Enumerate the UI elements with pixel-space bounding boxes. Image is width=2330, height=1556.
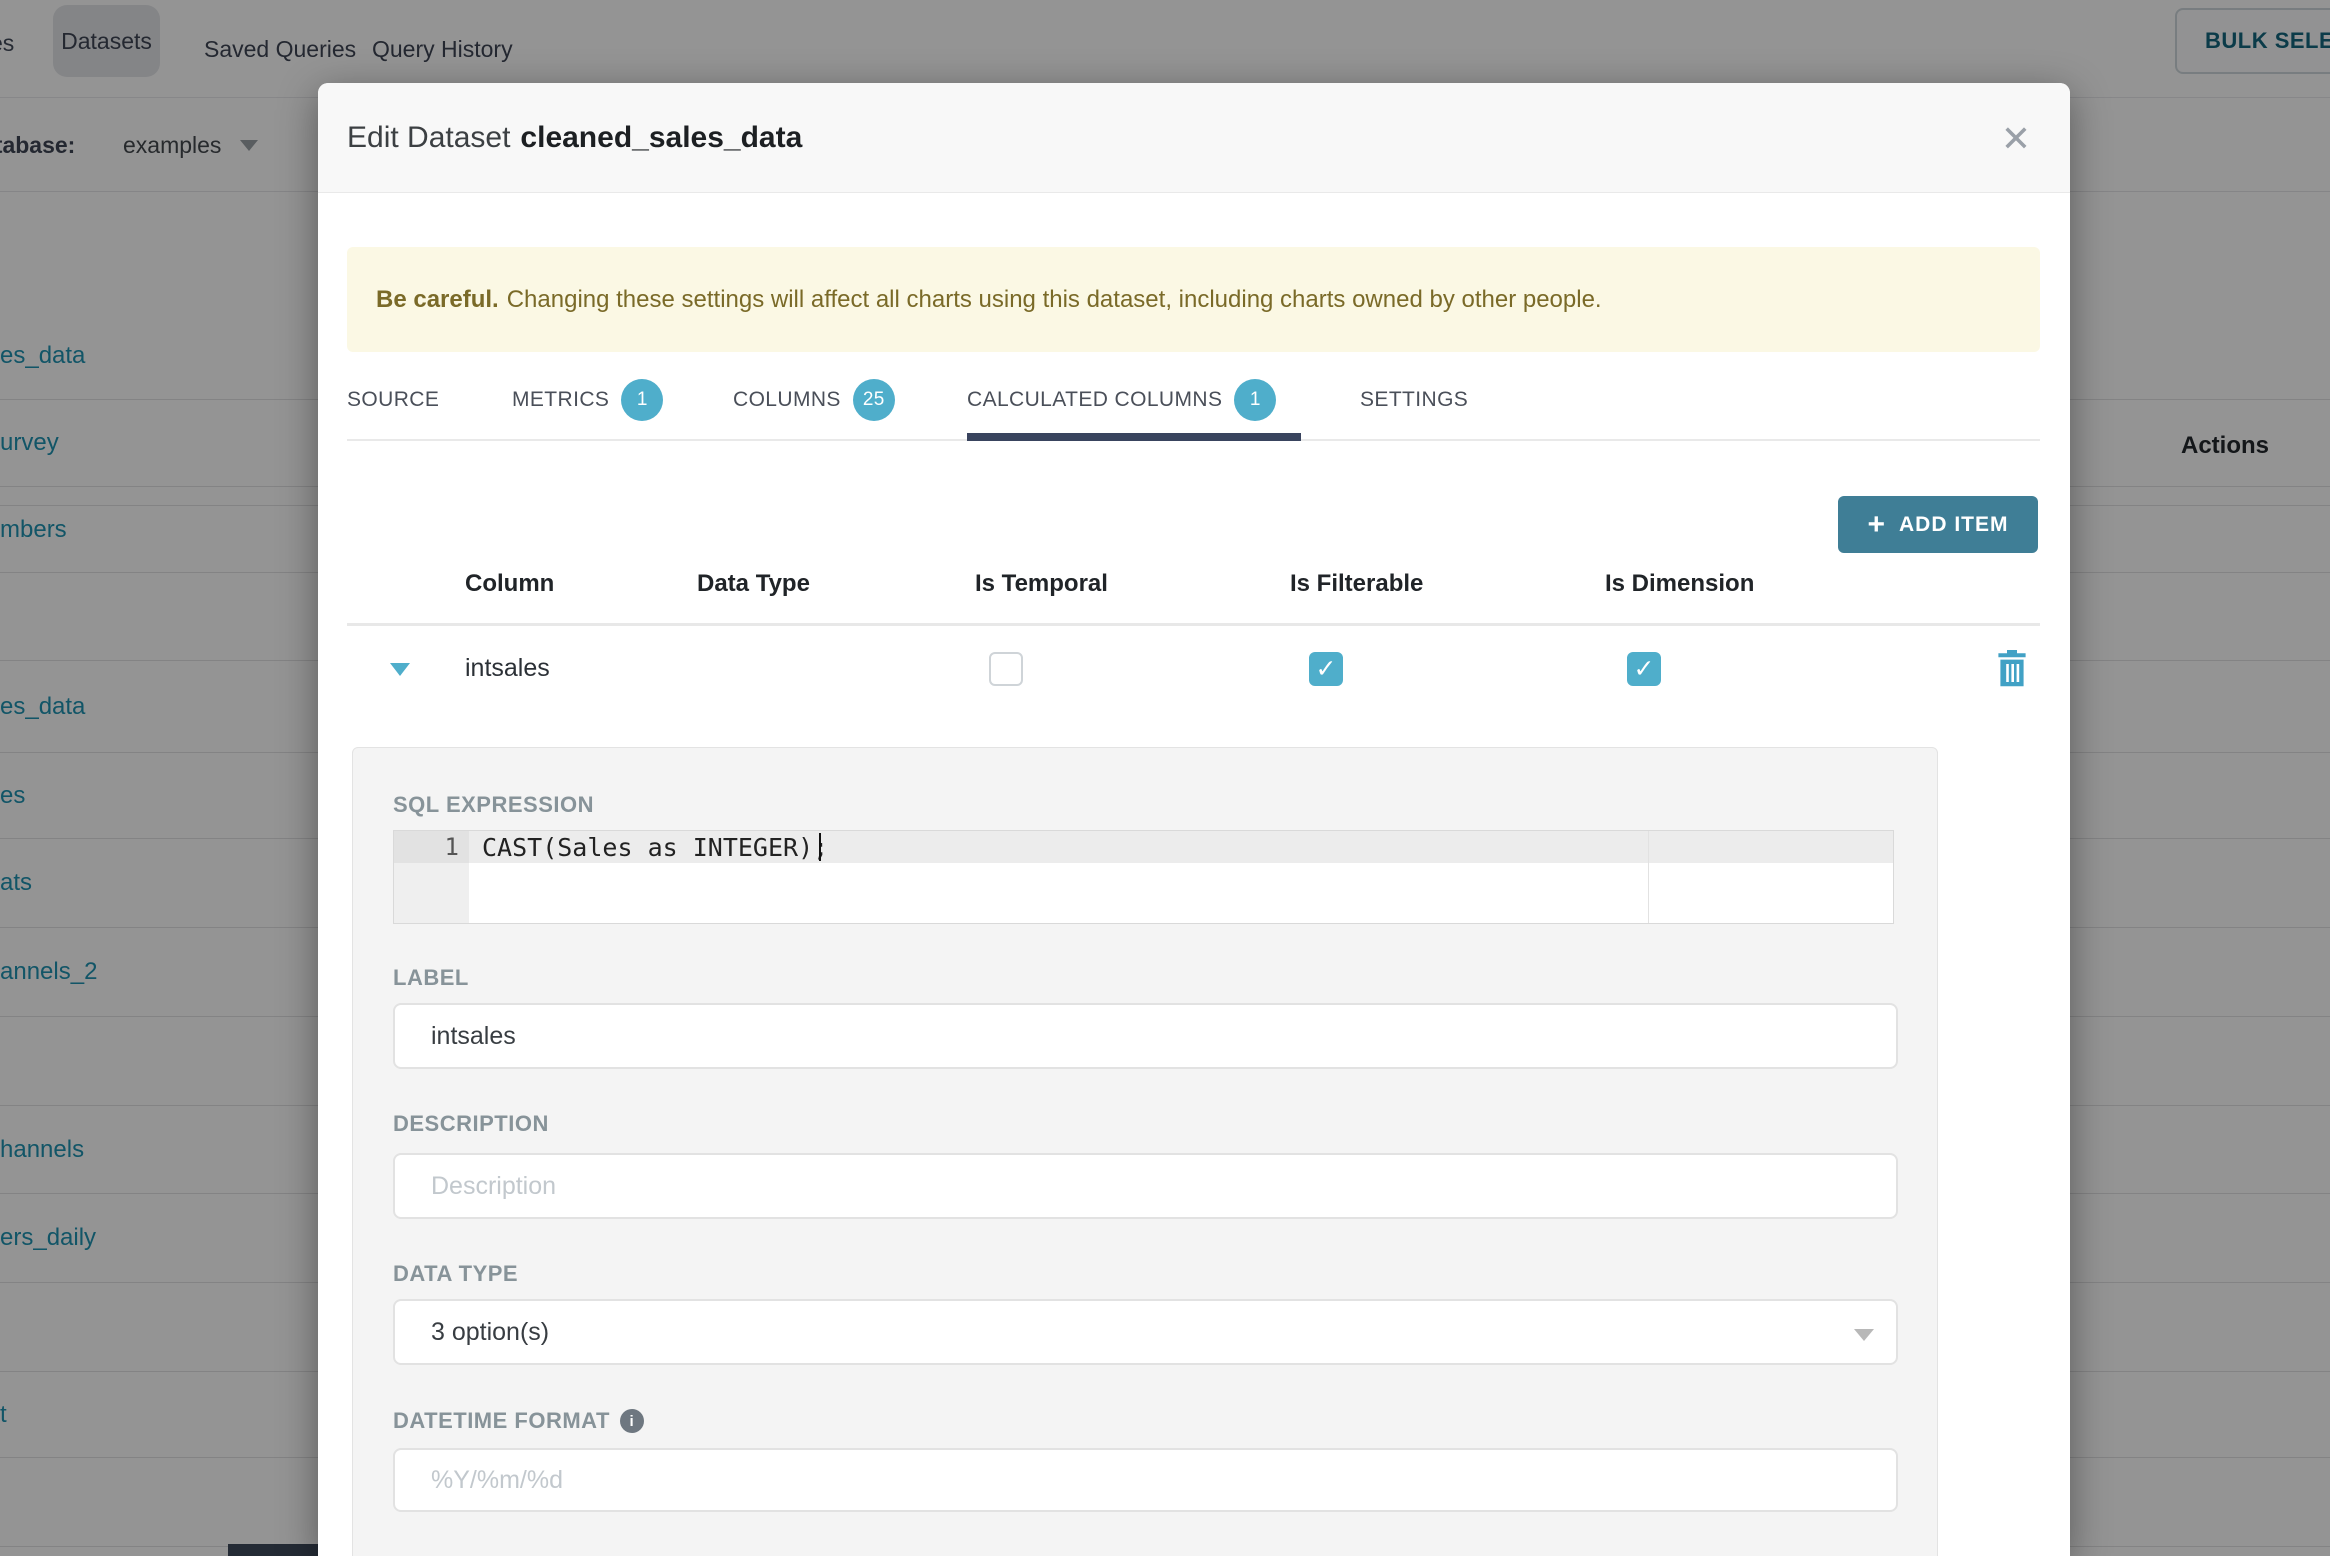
edit-dataset-modal: Edit Dataset cleaned_sales_data ✕ Be car…: [318, 83, 2070, 1556]
active-tab-underline: [967, 433, 1301, 441]
description-label: DESCRIPTION: [393, 1111, 549, 1136]
check-icon: ✓: [1633, 655, 1655, 683]
text-cursor: [819, 833, 821, 861]
editor-line-number: 1: [394, 831, 469, 863]
modal-title-dataset-name: cleaned_sales_data: [520, 121, 803, 154]
tab-label: SETTINGS: [1360, 388, 1469, 411]
sql-code[interactable]: CAST(Sales as INTEGER);: [482, 831, 828, 863]
warning-banner: Be careful. Changing these settings will…: [347, 247, 2040, 352]
modal-title: Edit Dataset cleaned_sales_data: [347, 83, 802, 193]
header-is-dimension: Is Dimension: [1605, 570, 1755, 597]
is-filterable-checkbox[interactable]: ✓: [1309, 652, 1343, 686]
header-data-type: Data Type: [697, 570, 810, 597]
tab-label: SOURCE: [347, 388, 440, 411]
datetime-format-input[interactable]: [393, 1448, 1898, 1512]
tab-label: CALCULATED COLUMNS: [967, 388, 1223, 411]
is-temporal-checkbox[interactable]: [989, 652, 1023, 686]
columns-count-badge: 25: [852, 379, 895, 421]
add-item-button[interactable]: + ADD ITEM: [1838, 496, 2038, 553]
datetime-format-label-text: DATETIME FORMAT: [393, 1408, 610, 1433]
close-icon[interactable]: ✕: [1996, 119, 2036, 159]
tab-columns[interactable]: COLUMNS 25: [733, 363, 895, 437]
tab-settings[interactable]: SETTINGS: [1360, 363, 1468, 437]
info-icon: i: [619, 1409, 644, 1433]
header-is-temporal: Is Temporal: [975, 570, 1108, 597]
modal-tabs: SOURCE METRICS 1 COLUMNS 25 CALCULATED C…: [318, 363, 2070, 443]
tab-metrics[interactable]: METRICS 1: [512, 363, 664, 437]
tab-source[interactable]: SOURCE: [347, 363, 439, 437]
chevron-down-icon: [1854, 1329, 1874, 1341]
header-column: Column: [465, 570, 555, 597]
warning-bold: Be careful.: [376, 285, 499, 313]
data-type-select[interactable]: 3 option(s): [393, 1299, 1898, 1365]
metrics-count-badge: 1: [621, 379, 664, 421]
label-label: LABEL: [393, 965, 469, 990]
delete-column-button[interactable]: [1996, 650, 2028, 688]
add-item-label: ADD ITEM: [1899, 512, 2009, 536]
tab-calculated-columns[interactable]: CALCULATED COLUMNS 1: [967, 363, 1277, 437]
calculated-columns-count-badge: 1: [1234, 379, 1277, 421]
screen: es Datasets Saved Queries Query History …: [0, 0, 2330, 1556]
check-icon: ✓: [1315, 655, 1337, 683]
modal-header: Edit Dataset cleaned_sales_data ✕: [318, 83, 2070, 193]
datetime-format-label: DATETIME FORMAT i: [393, 1408, 644, 1434]
editor-print-margin: [1648, 831, 1649, 923]
description-input[interactable]: [393, 1153, 1898, 1219]
trash-icon: [1998, 650, 2026, 687]
columns-header-divider: [347, 623, 2040, 626]
plus-icon: +: [1867, 507, 1886, 541]
data-type-value: 3 option(s): [431, 1317, 550, 1346]
label-input[interactable]: [393, 1003, 1898, 1069]
tab-label: METRICS: [512, 388, 610, 411]
is-dimension-checkbox[interactable]: ✓: [1627, 652, 1661, 686]
data-type-label: DATA TYPE: [393, 1261, 519, 1286]
tab-label: COLUMNS: [733, 388, 841, 411]
calculated-column-name: intsales: [465, 654, 550, 682]
modal-title-prefix: Edit Dataset: [347, 121, 511, 154]
column-editor-panel: SQL EXPRESSION 1 CAST(Sales as INTEGER);…: [352, 747, 1938, 1556]
warning-text: Changing these settings will affect all …: [506, 285, 1602, 313]
sql-expression-editor[interactable]: 1 CAST(Sales as INTEGER);: [393, 830, 1894, 924]
collapse-caret-icon[interactable]: [390, 663, 410, 676]
sql-expression-label: SQL EXPRESSION: [393, 792, 594, 817]
header-is-filterable: Is Filterable: [1290, 570, 1424, 597]
